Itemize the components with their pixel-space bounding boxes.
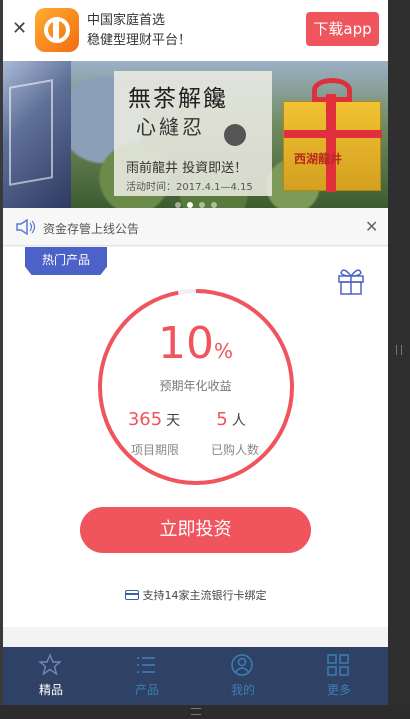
- tea-gift-box-image: 西湖龍井: [283, 78, 382, 192]
- invest-now-button[interactable]: 立即投资: [80, 507, 311, 553]
- phone-screen: ✕ 中国家庭首选 稳健型理财平台！ 下载app 無茶解饞 心縫忍 雨前龍井 投資…: [3, 0, 388, 719]
- announcement-bar[interactable]: 资金存管上线公告 ✕: [3, 208, 388, 246]
- speaker-icon: [16, 219, 36, 235]
- tab-products-label: 产品: [134, 683, 159, 697]
- tab-my-account-label: 我的: [230, 683, 255, 697]
- close-download-bar-icon[interactable]: ✕: [12, 18, 27, 39]
- banner-pagination: [175, 193, 223, 208]
- tab-more-label: 更多: [326, 683, 351, 697]
- grid-icon: [327, 654, 349, 676]
- banner-activity-time: 活动时间：2017.4.1—4.15: [126, 182, 253, 193]
- resize-handle-icon[interactable]: [396, 345, 402, 355]
- tab-my-account[interactable]: 我的: [195, 647, 291, 705]
- user-icon: [231, 654, 253, 676]
- download-bar-title: 中国家庭首选: [87, 13, 166, 28]
- download-app-button[interactable]: 下载app: [306, 12, 379, 46]
- buyers-label: 已购人数: [210, 443, 259, 457]
- app-logo: [35, 8, 79, 52]
- banner-subline: 心縫忍: [136, 115, 205, 139]
- term-value: 365: [127, 409, 163, 430]
- term-label: 项目期限: [130, 443, 179, 457]
- tab-featured[interactable]: 精品: [3, 647, 99, 705]
- hot-product-tag: 热门产品: [25, 247, 107, 275]
- annual-rate: 10%: [3, 318, 388, 369]
- star-icon: [38, 653, 62, 676]
- tab-products[interactable]: 产品: [99, 647, 195, 705]
- term-stat: 365 天: [123, 409, 185, 430]
- tab-featured-label: 精品: [38, 683, 63, 697]
- banner-promo-text: 雨前龍井 投資即送！: [126, 161, 248, 176]
- banner-headline: 無茶解饞: [128, 86, 228, 112]
- buyers-unit: 人: [231, 413, 246, 429]
- close-announcement-icon[interactable]: ✕: [365, 217, 378, 236]
- download-app-bar: ✕ 中国家庭首选 稳健型理财平台！ 下载app: [3, 0, 388, 61]
- download-bar-text: 中国家庭首选 稳健型理财平台！: [87, 11, 191, 51]
- buyers-stat: 5人: [211, 409, 251, 430]
- bottom-resize-handle-icon[interactable]: [191, 708, 201, 715]
- window-bottom-edge: [0, 705, 410, 719]
- banner-promo-card: 無茶解饞 心縫忍 雨前龍井 投資即送！ 活动时间：2017.4.1—4.15: [114, 71, 272, 196]
- banner-previous-slide-image: [3, 61, 71, 208]
- gift-icon[interactable]: [336, 265, 366, 295]
- annual-rate-value: 10: [157, 318, 214, 369]
- featured-product-card: 热门产品 10% 预期年化收益 365 天 5人 项目期限 已购人数 立即投资 支…: [3, 247, 388, 627]
- list-icon: [137, 657, 155, 673]
- buyers-value: 5: [216, 409, 228, 430]
- term-unit: 天: [166, 413, 181, 429]
- annual-rate-label: 预期年化收益: [159, 379, 232, 393]
- tab-more[interactable]: 更多: [291, 647, 387, 705]
- download-bar-subtitle: 稳健型理财平台！: [87, 33, 192, 48]
- bottom-tab-bar: 精品 产品 我的 更多: [3, 647, 388, 705]
- promo-banner[interactable]: 無茶解饞 心縫忍 雨前龍井 投資即送！ 活动时间：2017.4.1—4.15 西…: [3, 61, 388, 208]
- announcement-text: 资金存管上线公告: [43, 222, 140, 236]
- bank-card-icon: [124, 590, 139, 600]
- tea-box-label: 西湖龍井: [294, 152, 343, 166]
- annual-rate-unit: %: [213, 339, 233, 363]
- bank-support-note: 支持14家主流银行卡绑定: [3, 587, 388, 603]
- bank-support-text: 支持14家主流银行卡绑定: [142, 589, 267, 602]
- seal-icon: [224, 124, 246, 146]
- window-side-edge: [388, 0, 410, 719]
